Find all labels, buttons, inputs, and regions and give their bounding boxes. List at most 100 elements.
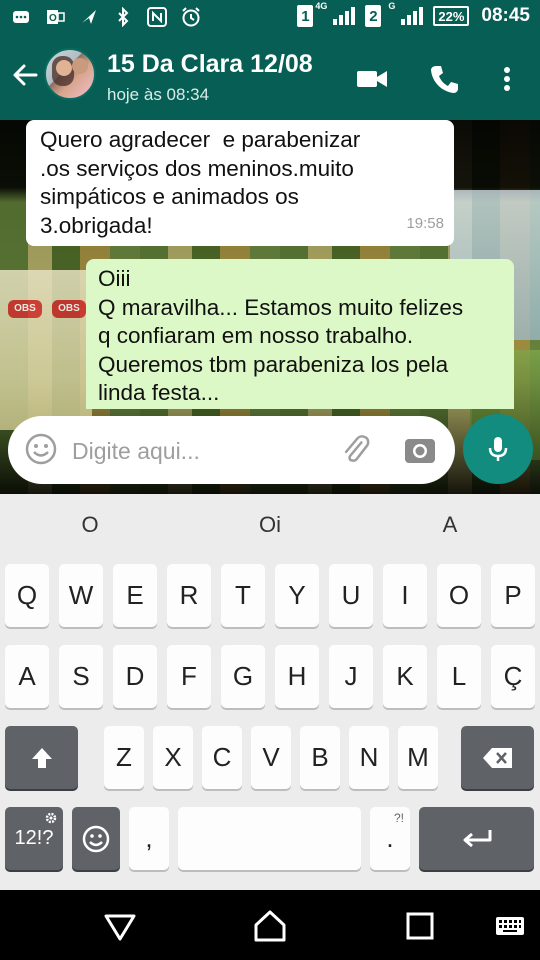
keyboard: O Oi A Q W E R T Y U I O P A S D F G H J… — [0, 494, 540, 890]
sim1-indicator: 1 4G — [297, 1, 327, 27]
shift-arrow-icon — [31, 747, 52, 768]
suggestion[interactable]: Oi — [180, 494, 360, 554]
avatar[interactable] — [44, 48, 96, 100]
alarm-icon — [180, 6, 202, 28]
sim2-network: G — [388, 1, 396, 11]
status-bar: O 1 4G 2G 22% 08:45 — [0, 0, 540, 36]
suggestion[interactable]: O — [0, 494, 180, 554]
key[interactable]: G — [221, 645, 265, 708]
wallpaper-label: OBS — [52, 300, 86, 318]
send-icon — [78, 6, 100, 28]
key[interactable]: U — [329, 564, 373, 627]
attach-icon[interactable] — [338, 432, 374, 468]
key[interactable]: X — [153, 726, 193, 789]
key[interactable]: D — [113, 645, 157, 708]
space-key[interactable] — [178, 807, 361, 870]
battery-indicator: 22% — [433, 6, 470, 26]
key[interactable]: Z — [104, 726, 144, 789]
backspace-key[interactable] — [461, 726, 534, 789]
sim1-network: 4G — [315, 1, 328, 11]
mic-button[interactable] — [463, 414, 533, 484]
nfc-icon — [146, 6, 168, 28]
message-composer — [8, 416, 455, 484]
key[interactable]: Ç — [491, 645, 535, 708]
outlook-icon: O — [44, 6, 66, 28]
key[interactable]: B — [300, 726, 340, 789]
key[interactable]: F — [167, 645, 211, 708]
message-line: linda festa... — [98, 380, 220, 405]
back-triangle-icon[interactable] — [102, 908, 138, 944]
whatsapp-icon — [10, 6, 32, 28]
key[interactable]: E — [113, 564, 157, 627]
key[interactable]: P — [491, 564, 535, 627]
key[interactable]: H — [275, 645, 319, 708]
system-nav-bar — [0, 890, 540, 960]
key[interactable]: R — [167, 564, 211, 627]
status-indicators: 1 4G 2G 22% 08:45 — [297, 1, 530, 27]
key[interactable]: K — [383, 645, 427, 708]
comma-key[interactable]: , — [129, 807, 169, 870]
key[interactable]: Y — [275, 564, 319, 627]
battery-level: 22% — [438, 8, 465, 24]
key[interactable]: A — [5, 645, 49, 708]
key[interactable]: Q — [5, 564, 49, 627]
back-arrow-icon[interactable] — [10, 60, 40, 90]
more-options-icon[interactable] — [496, 62, 518, 96]
chat-title[interactable]: 15 Da Clara 12/08 — [107, 50, 313, 79]
shift-key[interactable] — [5, 726, 78, 789]
key[interactable]: J — [329, 645, 373, 708]
key[interactable]: M — [398, 726, 438, 789]
wallpaper-shelf: OBS OBS — [0, 270, 92, 430]
symbols-label: 12!? — [14, 827, 54, 849]
period-label: . — [386, 823, 394, 853]
suggestion[interactable]: A — [360, 494, 540, 554]
sim2-label: 2 — [369, 7, 378, 25]
message-line: simpáticos e animados os — [40, 184, 299, 209]
message-line: Quero agradecer e parabenizar — [40, 127, 361, 152]
home-icon[interactable] — [252, 908, 288, 944]
key[interactable]: V — [251, 726, 291, 789]
key[interactable]: S — [59, 645, 103, 708]
key[interactable]: W — [59, 564, 103, 627]
message-line: q confiaram em nosso trabalho. — [98, 323, 414, 348]
bluetooth-icon — [112, 6, 134, 28]
message-line: Q maravilha... Estamos muito felizes — [98, 294, 464, 320]
status-clock: 08:45 — [481, 5, 530, 26]
emoji-key[interactable] — [72, 807, 120, 870]
sim1-label: 1 — [301, 7, 310, 25]
period-alt-label: ?! — [393, 811, 404, 825]
microphone-icon — [488, 437, 508, 461]
message-line: .os serviços dos meninos.muito — [40, 155, 354, 181]
video-call-icon[interactable] — [355, 62, 389, 96]
phone-call-icon[interactable] — [428, 62, 462, 96]
enter-icon — [463, 829, 491, 847]
outgoing-message[interactable]: Oiii Q maravilha... Estamos muito felize… — [86, 259, 514, 409]
key[interactable]: L — [437, 645, 481, 708]
recents-icon[interactable] — [402, 908, 438, 944]
message-input[interactable] — [72, 436, 332, 466]
chat-header: 15 Da Clara 12/08 hoje às 08:34 — [0, 36, 540, 120]
key[interactable]: C — [202, 726, 242, 789]
settings-gear-icon — [45, 812, 57, 824]
key[interactable]: I — [383, 564, 427, 627]
svg-text:O: O — [49, 13, 57, 24]
emoji-icon[interactable] — [24, 432, 58, 466]
last-seen: hoje às 08:34 — [107, 85, 210, 104]
camera-icon[interactable] — [404, 434, 436, 466]
key[interactable]: T — [221, 564, 265, 627]
symbols-key[interactable]: 12!? — [5, 807, 63, 870]
notification-icons: O — [10, 6, 202, 28]
emoji-icon — [82, 825, 110, 852]
message-line: Queremos tbm parabeniza los pela — [98, 351, 449, 377]
key[interactable]: O — [437, 564, 481, 627]
message-time: 19:58 — [406, 214, 444, 232]
enter-key[interactable] — [419, 807, 534, 870]
incoming-message[interactable]: Quero agradecer e parabenizar .os serviç… — [26, 120, 454, 246]
keyboard-switch-icon[interactable] — [494, 908, 526, 944]
key[interactable]: N — [349, 726, 389, 789]
message-line: 3.obrigada! — [40, 212, 153, 238]
sim2-indicator: 2G — [365, 1, 395, 27]
suggestion-bar: O Oi A — [0, 494, 540, 554]
period-key[interactable]: . ?! — [370, 807, 410, 870]
backspace-icon — [482, 747, 512, 768]
